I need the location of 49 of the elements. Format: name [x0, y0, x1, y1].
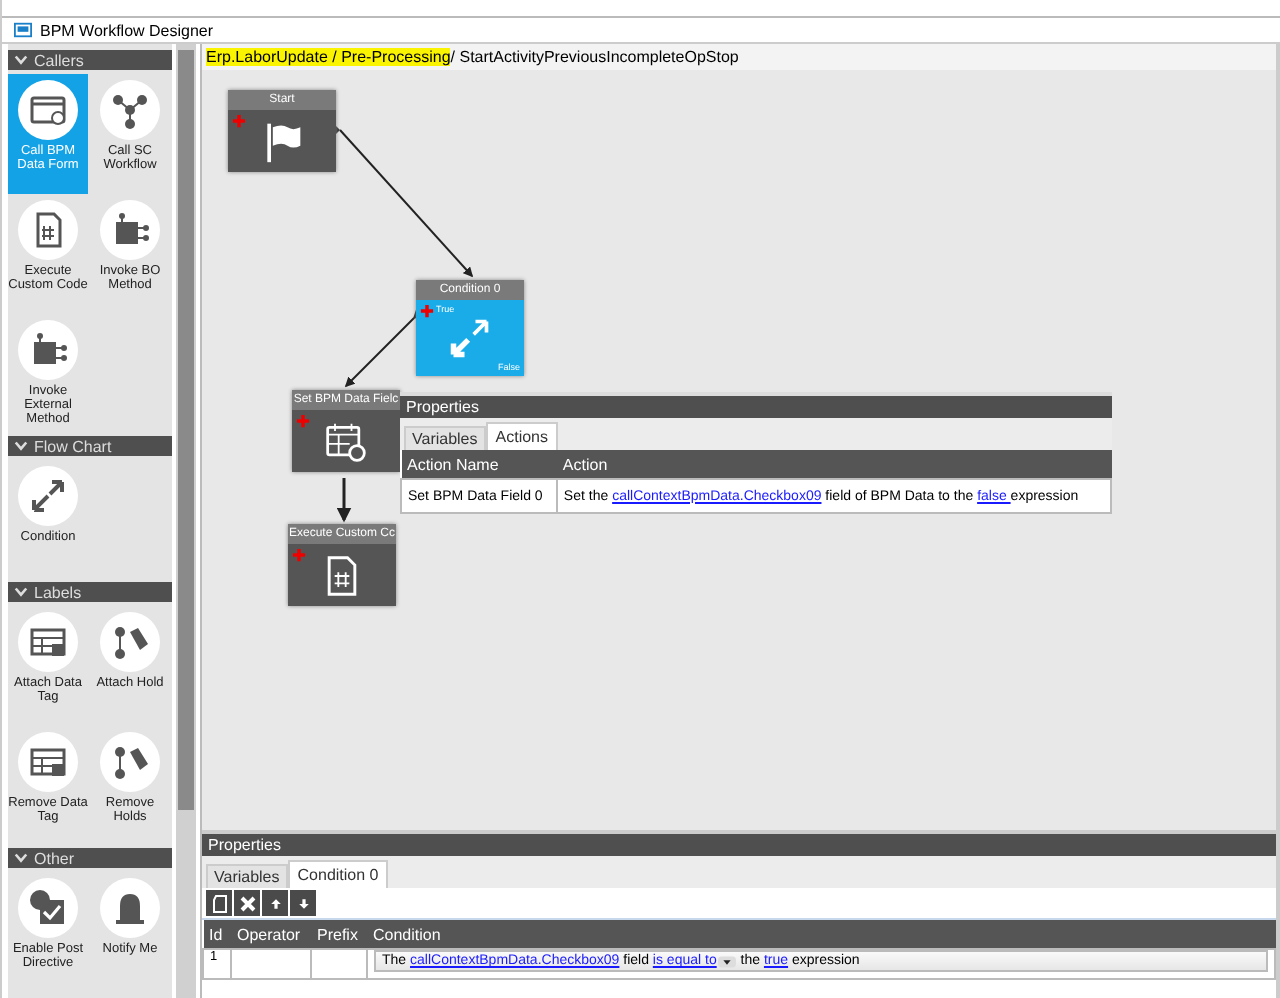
- form-icon: [18, 80, 78, 140]
- section-header[interactable]: Labels: [8, 582, 172, 602]
- plus-icon: [232, 114, 246, 128]
- table-icon: [18, 732, 78, 792]
- plus-icon: [420, 304, 434, 318]
- section-header[interactable]: Callers: [8, 50, 172, 70]
- tab[interactable]: Condition 0: [287, 860, 389, 888]
- delete-button[interactable]: [234, 890, 260, 916]
- column-header: Operator: [231, 920, 311, 949]
- table-icon: [18, 612, 78, 672]
- plus-icon: [296, 414, 310, 428]
- network-icon: [100, 80, 160, 140]
- caret-icon: [718, 955, 737, 967]
- tab[interactable]: Actions: [485, 422, 558, 450]
- checkbox-icon: [18, 878, 78, 938]
- column-header: Prefix: [311, 920, 367, 949]
- document-icon: [18, 200, 78, 260]
- section-header[interactable]: Other: [8, 848, 172, 868]
- close-icon: [237, 893, 257, 913]
- column-header: Action Name: [401, 450, 557, 479]
- page-icon: [209, 893, 229, 913]
- arrow-up-icon: [267, 895, 283, 911]
- arrows-icon: [18, 466, 78, 526]
- move-up-button[interactable]: [262, 890, 288, 916]
- arrow-down-icon: [295, 895, 311, 911]
- arrows-icon: [448, 316, 492, 360]
- calendar-icon: [324, 419, 368, 463]
- move-down-button[interactable]: [290, 890, 316, 916]
- tag-icon: [100, 612, 160, 672]
- module-icon: [18, 320, 78, 380]
- new-button[interactable]: [206, 890, 232, 916]
- scrollbar-thumb[interactable]: [178, 50, 194, 810]
- tab[interactable]: Variables: [404, 426, 486, 450]
- breadcrumb-text: Erp.LaborUpdate / Pre-Processing: [206, 48, 451, 66]
- bell-icon: [100, 878, 160, 938]
- column-header: Condition: [367, 920, 1275, 949]
- column-header: Id: [203, 920, 231, 949]
- panel-header: Properties: [202, 834, 1276, 856]
- module-icon: [100, 200, 160, 260]
- tag-icon: [100, 732, 160, 792]
- breadcrumb-text: / StartActivityPreviousIncompleteOpStop: [450, 48, 739, 66]
- window-title: BPM Workflow Designer: [40, 21, 214, 39]
- tab[interactable]: Variables: [206, 864, 288, 888]
- connector-arrow: [336, 478, 352, 523]
- column-header: Action: [556, 450, 1111, 479]
- panel-header: Properties: [400, 396, 1112, 418]
- plus-icon: [292, 548, 306, 562]
- section-header[interactable]: Flow Chart: [8, 436, 172, 456]
- window-icon: [14, 22, 32, 38]
